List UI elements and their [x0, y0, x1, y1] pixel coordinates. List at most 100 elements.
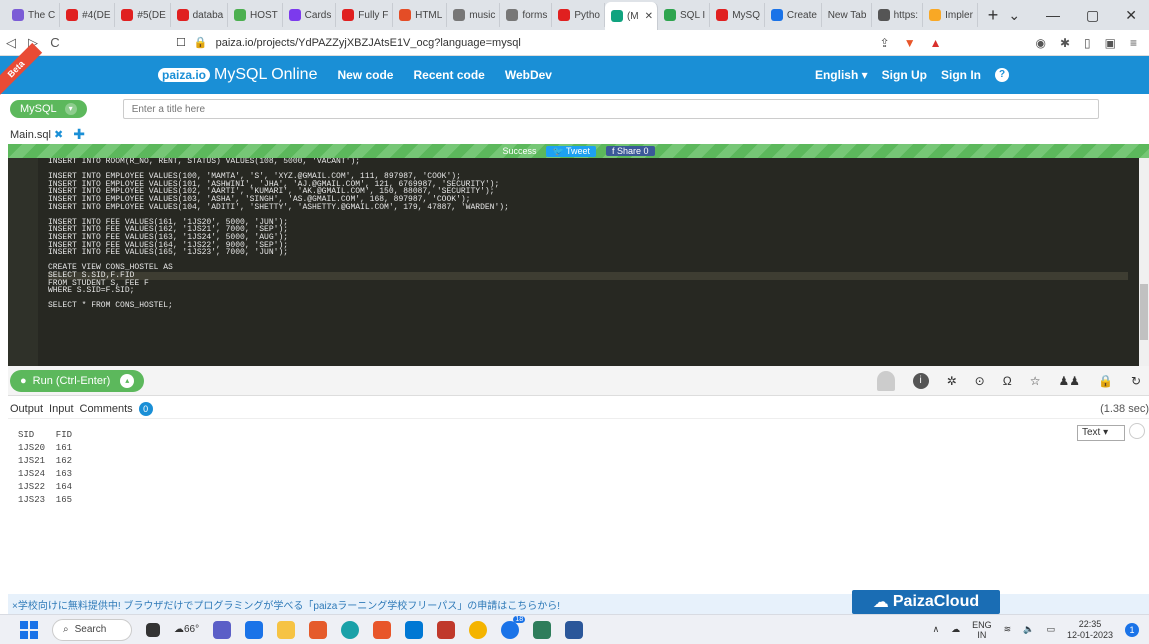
tab-search-icon[interactable]: ⌄ — [1008, 7, 1020, 24]
minimize-icon[interactable]: — — [1046, 7, 1060, 24]
chevron-up-icon[interactable]: ∧ — [933, 624, 940, 635]
wallet-icon[interactable]: ▣ — [1105, 36, 1116, 50]
sidebar-icon[interactable]: ▯ — [1084, 36, 1091, 50]
browser-tab[interactable]: Fully F — [336, 3, 394, 27]
tweet-button[interactable]: 🐦 Tweet — [546, 145, 597, 157]
share-icon[interactable]: ⇪ — [880, 36, 890, 50]
weather-icon[interactable]: ☁66° — [174, 624, 199, 635]
brand-title[interactable]: MySQL Online — [214, 66, 317, 84]
editor-scrollbar[interactable] — [1139, 158, 1149, 366]
browser-tab[interactable]: Pytho — [552, 3, 605, 27]
office-icon[interactable] — [309, 620, 328, 639]
chrome-icon[interactable] — [469, 620, 488, 639]
browser-tab[interactable]: music — [447, 3, 501, 27]
new-tab-button[interactable]: + — [978, 5, 1009, 26]
browser-tab[interactable]: HTML — [393, 3, 448, 27]
info-icon[interactable]: i — [912, 372, 929, 389]
close-tab-icon[interactable]: ✕ — [645, 11, 653, 22]
nav-recent-code[interactable]: Recent code — [413, 68, 484, 82]
promo-text[interactable]: ×学校向けに無料提供中! ブラウザだけでプログラミングが学べる「paizaラーニ… — [12, 597, 560, 612]
browser-tab[interactable]: databa — [171, 3, 228, 27]
browser-tab[interactable]: Impler — [923, 3, 978, 27]
maximize-icon[interactable]: ▢ — [1086, 7, 1099, 24]
tab-output[interactable]: Output — [10, 403, 43, 415]
notification-badge[interactable]: 1 — [1125, 622, 1139, 637]
browser-tab[interactable]: (M ✕ — [604, 2, 658, 30]
team-icon[interactable]: ♟♟ — [1058, 374, 1080, 388]
word-icon[interactable] — [565, 620, 584, 639]
language-select-button[interactable]: MySQL ▾ — [10, 100, 87, 118]
windows-start-icon[interactable] — [20, 620, 38, 639]
brand[interactable]: paiza.io MySQL Online — [158, 66, 317, 84]
volume-icon[interactable]: 🔈 — [1023, 624, 1034, 635]
file-explorer-icon[interactable] — [277, 620, 296, 639]
code-area[interactable]: INSERT INTO ROOM(R_NO, RENT, STATUS) VAL… — [48, 158, 1128, 310]
refresh-icon[interactable]: ↻ — [1131, 374, 1141, 388]
code-line[interactable]: CREATE VIEW CONS_HOSTEL AS — [48, 264, 1128, 272]
browser-tab[interactable]: SQL I — [658, 3, 711, 27]
code-line[interactable]: INSERT INTO EMPLOYEE VALUES(104, 'ADITI'… — [48, 203, 1128, 212]
url-text[interactable]: paiza.io/projects/YdPAZZyjXBZJAtsE1V_ocg… — [216, 37, 521, 49]
cloud-sync-icon[interactable]: ☁ — [951, 624, 960, 635]
back-icon[interactable]: ◁ — [0, 35, 22, 51]
github-icon[interactable]: Ω — [1003, 374, 1012, 388]
close-icon[interactable]: ✖ — [54, 129, 63, 141]
sign-up-link[interactable]: Sign Up — [882, 68, 927, 82]
paiza-logo[interactable]: paiza.io — [158, 68, 211, 82]
code-line[interactable]: SELECT S.SID,F.FID — [48, 272, 1128, 280]
close-icon[interactable]: ✕ — [1125, 7, 1137, 24]
title-input[interactable] — [122, 99, 1099, 119]
browser-tab[interactable]: #4(DE — [60, 3, 116, 27]
nav-webdev[interactable]: WebDev — [505, 68, 552, 82]
taskbar-search[interactable]: ⌕ Search — [52, 618, 132, 641]
scroll-thumb[interactable] — [1140, 284, 1148, 340]
extensions-icon[interactable]: ✱ — [1060, 36, 1070, 50]
help-icon[interactable]: ? — [995, 68, 1009, 82]
code-line[interactable] — [48, 295, 1128, 303]
battery-icon[interactable]: ▭ — [1046, 624, 1055, 635]
code-line[interactable]: FROM STUDENT S, FEE F — [48, 279, 1128, 288]
browser-tab[interactable]: Cards — [283, 3, 337, 27]
notepad-icon[interactable] — [533, 620, 552, 639]
code-line[interactable]: INSERT INTO ROOM(R_NO, RENT, STATUS) VAL… — [48, 158, 1128, 166]
sign-in-link[interactable]: Sign In — [941, 68, 981, 82]
photos-icon[interactable] — [437, 620, 456, 639]
nav-new-code[interactable]: New code — [337, 68, 393, 82]
browser-tab[interactable]: #5(DE — [115, 3, 171, 27]
user-avatar-icon[interactable] — [876, 370, 895, 391]
code-editor[interactable]: INSERT INTO ROOM(R_NO, RENT, STATUS) VAL… — [8, 158, 1149, 366]
paizacloud-banner[interactable]: ☁ PaizaCloud — [852, 590, 1000, 614]
settings-icon[interactable]: ✲ — [947, 374, 957, 388]
browser-tab[interactable]: The C — [6, 3, 61, 27]
browser-tab[interactable]: forms — [500, 3, 553, 27]
star-icon[interactable]: ☆ — [1030, 374, 1041, 388]
language-menu[interactable]: English ▾ — [815, 68, 868, 82]
browser-tab[interactable]: New Tab — [822, 3, 872, 27]
format-toggle[interactable] — [1129, 423, 1145, 439]
code-line[interactable]: WHERE S.SID=F.SID; — [48, 287, 1128, 295]
vscode-icon[interactable] — [405, 620, 424, 639]
share-button[interactable]: f Share 0 — [606, 146, 655, 156]
url-field[interactable]: ☐ 🔒 paiza.io/projects/YdPAZZyjXBZJAtsE1V… — [176, 36, 521, 50]
browser-tab[interactable]: https: — [872, 3, 924, 27]
chat-icon[interactable] — [213, 620, 232, 639]
history-icon[interactable]: ⊙ — [975, 374, 985, 388]
browser-tab[interactable]: Create — [765, 3, 822, 27]
chevron-up-icon[interactable]: ▴ — [120, 373, 135, 388]
warning-icon[interactable]: ▲ — [930, 36, 942, 50]
task-view-icon[interactable] — [146, 622, 160, 637]
browser-tab[interactable]: HOST — [228, 3, 283, 27]
wifi-icon[interactable]: ≋ — [1004, 624, 1012, 635]
whatsapp-icon[interactable]: 18 — [501, 615, 526, 639]
lock-icon[interactable]: 🔒 — [1098, 374, 1113, 388]
edge-icon[interactable] — [341, 620, 360, 639]
add-file-icon[interactable]: ✚ — [73, 126, 85, 143]
tab-input[interactable]: Input — [49, 403, 73, 415]
code-line[interactable]: SELECT * FROM CONS_HOSTEL; — [48, 302, 1128, 310]
browser-tab[interactable]: MySQ — [710, 3, 765, 27]
code-line[interactable]: INSERT INTO FEE VALUES(165, '1JS23', 700… — [48, 249, 1128, 257]
output-format-select[interactable]: Text ▾ — [1077, 425, 1125, 441]
brave-shield-icon[interactable]: ▼ — [904, 36, 916, 50]
clock[interactable]: 22:35 12-01-2023 — [1067, 619, 1113, 641]
shield-icon[interactable]: ◉ — [1035, 36, 1045, 50]
